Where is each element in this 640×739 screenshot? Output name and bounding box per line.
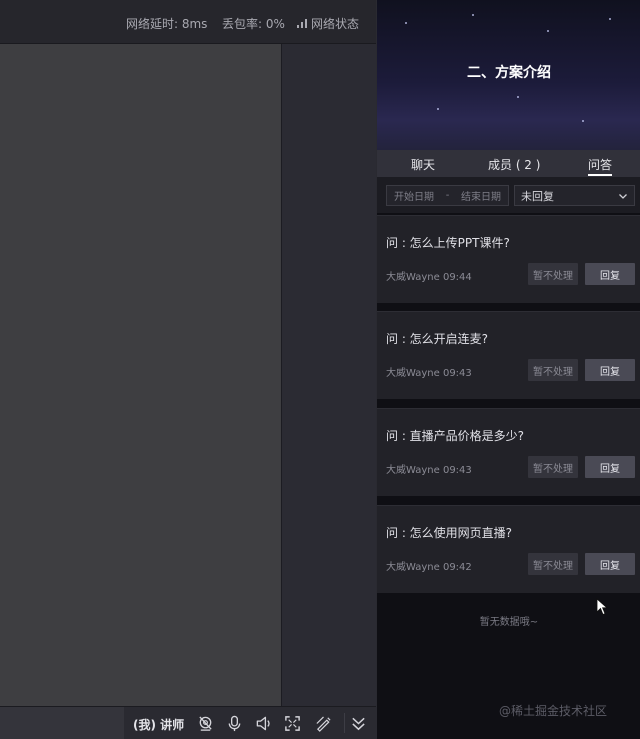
- question-card: 问 : 直播产品价格是多少? 大威Wayne 09:43 暂不处理 回复: [377, 408, 640, 496]
- network-status-label: 网络状态: [311, 17, 360, 31]
- banner-star: [609, 18, 611, 20]
- fullscreen-icon: [284, 715, 300, 731]
- question-text: 问 : 直播产品价格是多少?: [386, 429, 525, 443]
- speaker-icon: [256, 716, 270, 730]
- camera-toggle-button[interactable]: [195, 713, 215, 733]
- reply-button[interactable]: 回复: [585, 263, 635, 285]
- banner-star: [437, 108, 439, 110]
- question-author-time: 大威Wayne 09:44: [386, 272, 472, 283]
- banner-star: [582, 120, 584, 122]
- video-side-strip: [281, 44, 376, 706]
- question-card: 问 : 怎么上传PPT课件? 大威Wayne 09:44 暂不处理 回复: [377, 215, 640, 303]
- question-author-time: 大威Wayne 09:42: [386, 562, 472, 573]
- hold-button[interactable]: 暂不处理: [528, 359, 578, 381]
- tab-members[interactable]: 成员 ( 2 ): [488, 156, 540, 173]
- question-author-time: 大威Wayne 09:43: [386, 465, 472, 476]
- reply-button[interactable]: 回复: [585, 456, 635, 478]
- watermark: @稀土掘金技术社区: [499, 704, 608, 718]
- microphone-icon: [228, 715, 240, 731]
- reply-button[interactable]: 回复: [585, 359, 635, 381]
- start-date-placeholder: 开始日期: [394, 192, 434, 203]
- question-author-time: 大威Wayne 09:43: [386, 368, 472, 379]
- microphone-button[interactable]: [224, 713, 244, 733]
- pen-icon: [315, 715, 331, 732]
- reply-button[interactable]: 回复: [585, 553, 635, 575]
- collapse-toolbar-button[interactable]: [344, 713, 370, 733]
- qa-filter-bar: 开始日期 - 结束日期 未回复: [377, 177, 640, 213]
- side-panel: 二、方案介绍 聊天 成员 ( 2 ) 问答 开始日期 - 结束日期 未回复 问 …: [376, 0, 640, 739]
- end-date-placeholder: 结束日期: [460, 192, 501, 203]
- document-banner: 二、方案介绍: [377, 0, 640, 150]
- hold-button[interactable]: 暂不处理: [528, 456, 578, 478]
- network-status[interactable]: 网络状态: [297, 15, 359, 32]
- signal-bars-icon: [297, 19, 307, 28]
- status-bar: 网络延时: 8ms 丢包率: 0% 网络状态: [0, 0, 376, 44]
- banner-star: [405, 22, 407, 24]
- question-text: 问 : 怎么开启连麦?: [386, 332, 489, 346]
- hold-button[interactable]: 暂不处理: [528, 263, 578, 285]
- latency-readout: 网络延时: 8ms: [126, 17, 208, 31]
- chevron-double-down-icon: [352, 717, 365, 730]
- question-text: 问 : 怎么使用网页直播?: [386, 526, 513, 540]
- toolbar-left-fill: [0, 707, 124, 739]
- date-range-picker[interactable]: 开始日期 - 结束日期: [386, 185, 509, 206]
- question-card: 问 : 怎么开启连麦? 大威Wayne 09:43 暂不处理 回复: [377, 311, 640, 399]
- date-separator: -: [445, 190, 450, 201]
- speaker-button[interactable]: [253, 713, 273, 733]
- mouse-cursor-icon: [596, 598, 608, 616]
- banner-star: [472, 14, 474, 16]
- role-label: (我) 讲师: [133, 718, 185, 732]
- draw-button[interactable]: [313, 713, 333, 733]
- packet-loss-readout: 丢包率: 0%: [222, 17, 285, 31]
- video-stage: [0, 44, 281, 706]
- question-text: 问 : 怎么上传PPT课件?: [386, 236, 510, 250]
- question-card: 问 : 怎么使用网页直播? 大威Wayne 09:42 暂不处理 回复: [377, 505, 640, 593]
- tab-qa[interactable]: 问答: [588, 156, 612, 173]
- bottom-toolbar: (我) 讲师: [0, 706, 376, 739]
- banner-title: 二、方案介绍: [467, 65, 551, 81]
- fullscreen-button[interactable]: [282, 713, 302, 733]
- panel-tabs: 聊天 成员 ( 2 ) 问答: [377, 150, 640, 177]
- banner-star: [517, 96, 519, 98]
- reply-status-select[interactable]: 未回复: [514, 185, 635, 206]
- reply-status-value: 未回复: [521, 189, 554, 203]
- tab-chat[interactable]: 聊天: [411, 156, 435, 173]
- chevron-down-icon: [619, 193, 627, 199]
- banner-star: [547, 30, 549, 32]
- active-tab-indicator: [588, 174, 612, 176]
- hold-button[interactable]: 暂不处理: [528, 553, 578, 575]
- camera-off-icon: [198, 715, 212, 731]
